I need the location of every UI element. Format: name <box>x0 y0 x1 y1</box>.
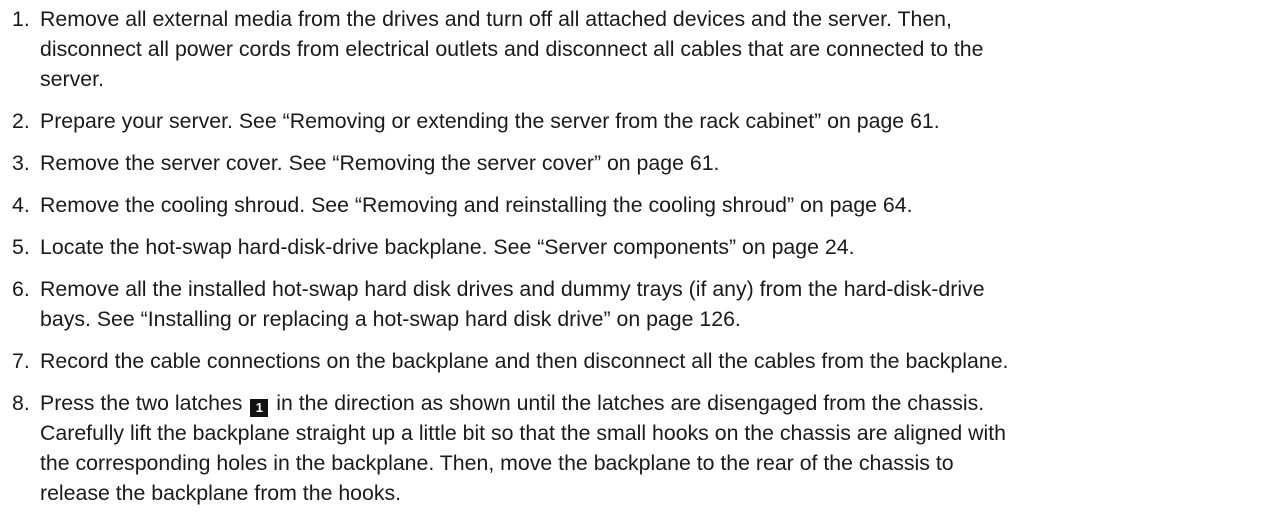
step-text-line: Record the cable connections on the back… <box>40 349 1009 373</box>
step-2: 2. Prepare your server. See “Removing or… <box>0 106 1270 136</box>
step-text-segment: in the direction as shown until the latc… <box>276 391 985 415</box>
step-text-line: Remove the cooling shroud. See “Removing… <box>40 193 913 217</box>
step-text-line: disconnect all power cords from electric… <box>40 37 984 61</box>
step-number: 8. <box>12 391 30 415</box>
step-text-line: server. <box>40 67 104 91</box>
step-6: 6. Remove all the installed hot-swap har… <box>0 274 1270 334</box>
step-text-line: Remove all the installed hot-swap hard d… <box>40 277 985 301</box>
step-7: 7. Record the cable connections on the b… <box>0 346 1270 376</box>
step-number: 6. <box>12 277 30 301</box>
step-number: 2. <box>12 109 30 133</box>
step-8: 8. Press the two latches 1 in the direct… <box>0 388 1270 508</box>
callout-badge: 1 <box>250 399 269 417</box>
step-text-line: Prepare your server. See “Removing or ex… <box>40 109 940 133</box>
step-text-line: Locate the hot-swap hard-disk-drive back… <box>40 235 855 259</box>
step-5: 5. Locate the hot-swap hard-disk-drive b… <box>0 232 1270 262</box>
step-number: 4. <box>12 193 30 217</box>
step-text-line: Press the two latches 1 in the direction… <box>40 388 1270 418</box>
step-number: 3. <box>12 151 30 175</box>
step-text-line: release the backplane from the hooks. <box>40 481 402 505</box>
step-1: 1. Remove all external media from the dr… <box>0 4 1270 94</box>
step-4: 4. Remove the cooling shroud. See “Remov… <box>0 190 1270 220</box>
step-number: 7. <box>12 349 30 373</box>
step-number: 1. <box>12 7 30 31</box>
instruction-steps: 1. Remove all external media from the dr… <box>0 0 1270 508</box>
step-3: 3. Remove the server cover. See “Removin… <box>0 148 1270 178</box>
step-text-line: bays. See “Installing or replacing a hot… <box>40 307 741 331</box>
step-text-segment: Press the two latches <box>40 391 243 415</box>
step-number: 5. <box>12 235 30 259</box>
step-text-line: Carefully lift the backplane straight up… <box>40 421 1006 445</box>
step-text-line: Remove the server cover. See “Removing t… <box>40 151 720 175</box>
step-text-line: the corresponding holes in the backplane… <box>40 451 954 475</box>
step-text-line: Remove all external media from the drive… <box>40 7 952 31</box>
